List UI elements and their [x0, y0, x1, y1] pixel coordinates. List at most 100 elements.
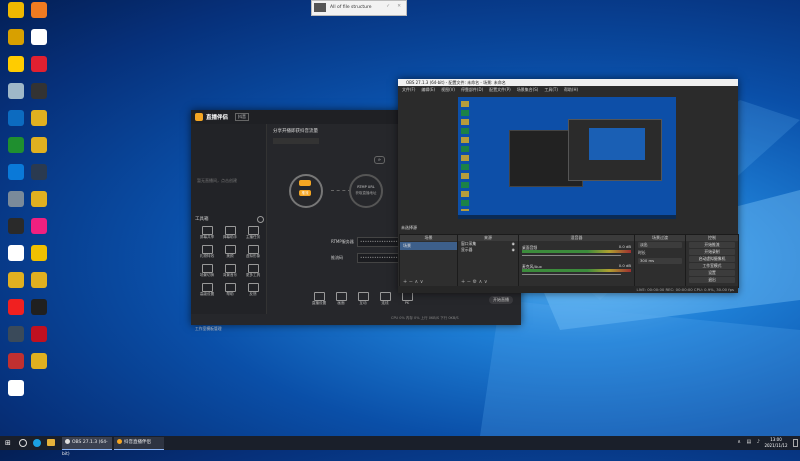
close-icon[interactable]: ✕: [397, 4, 401, 9]
chevron-up-icon[interactable]: ∧: [737, 439, 741, 445]
node-left-label: 推流: [299, 190, 311, 196]
obs-menu-item[interactable]: 视图(V): [441, 87, 455, 92]
desktop-icon[interactable]: [3, 380, 29, 397]
bottom-tool-label: 画面: [337, 301, 345, 305]
app-icon: [8, 137, 24, 153]
folder-icon[interactable]: [47, 439, 55, 446]
bottom-tool[interactable]: 画面: [331, 292, 351, 306]
obs-menu-item[interactable]: 场景集合(S): [517, 87, 539, 92]
bottom-tool[interactable]: 直播设置: [309, 292, 329, 306]
source-item[interactable]: 显示器 ◉: [458, 247, 518, 253]
desktop-icon[interactable]: [26, 245, 52, 262]
refresh-chip[interactable]: ⟳: [374, 156, 385, 164]
obs-preview[interactable]: [458, 97, 676, 219]
tool-item[interactable]: 主播任务: [243, 226, 263, 240]
control-button[interactable]: 开始录制: [689, 249, 735, 255]
volume-slider[interactable]: [522, 274, 621, 275]
app-icon: [31, 164, 47, 180]
tool-item[interactable]: 屏幕共享: [197, 226, 217, 240]
app-icon: [8, 245, 24, 261]
taskbar-app[interactable]: 抖音直播伴侣: [114, 437, 164, 450]
control-button[interactable]: 启动虚拟摄像机: [689, 256, 735, 262]
node-left-btn[interactable]: [299, 180, 311, 186]
bottom-tool[interactable]: PK: [397, 292, 417, 305]
start-live-button[interactable]: 开始直播: [489, 296, 513, 304]
app-icon: [8, 164, 24, 180]
scenes-panel: 场景 场景 + − ∧ ∨: [399, 234, 458, 288]
field2-label: 推流码: [331, 255, 343, 260]
tool-item[interactable]: 礼物特效: [197, 245, 217, 259]
bottom-tool[interactable]: 互动: [353, 292, 373, 306]
field1-label: RTMP服务器: [331, 239, 354, 244]
tool-label: 美颜: [226, 254, 234, 258]
node-right-label2: 获取直播地址: [355, 191, 377, 195]
desktop-icon[interactable]: [26, 218, 52, 235]
notification-popup[interactable]: All of file structure ✓ ✕: [311, 0, 407, 16]
app-icon: [8, 191, 24, 207]
search-icon[interactable]: [19, 439, 27, 447]
node-right-label: RTMP URL: [357, 185, 375, 189]
eye-icon[interactable]: ◉: [512, 247, 515, 253]
desktop-icon[interactable]: [26, 83, 52, 100]
desktop-icon[interactable]: [26, 353, 52, 370]
obs-menu-item[interactable]: 配置文件(P): [489, 87, 511, 92]
check-icon[interactable]: ✓: [386, 4, 390, 9]
empty-text: 暂无直播间，点击创建: [197, 178, 237, 183]
desktop-icon[interactable]: [26, 137, 52, 154]
obs-menu-item[interactable]: 工具(T): [544, 87, 558, 92]
duration-label: 时长: [638, 250, 646, 255]
volume-icon[interactable]: ♪: [757, 439, 760, 445]
tool-item[interactable]: 反馈: [243, 283, 263, 297]
app-icon: [31, 326, 47, 342]
desktop-icon[interactable]: [26, 191, 52, 208]
desktop-icon[interactable]: [26, 110, 52, 127]
app-icon: [31, 29, 47, 45]
tool-item[interactable]: 美颜: [220, 245, 240, 259]
bottom-tool[interactable]: 连线: [375, 292, 395, 306]
preview-taskbar: [458, 215, 676, 219]
desktop-icon[interactable]: [26, 2, 52, 19]
tool-item[interactable]: 高级设置: [197, 283, 217, 297]
desktop-icon[interactable]: [26, 326, 52, 343]
scene-toolbar[interactable]: + − ∧ ∨: [403, 279, 423, 285]
tools-settings-icon[interactable]: [257, 216, 264, 223]
notification-icon[interactable]: [793, 439, 798, 447]
control-button[interactable]: 设置: [689, 270, 735, 276]
source-toolbar[interactable]: + − ⚙ ∧ ∨: [461, 279, 488, 285]
control-button[interactable]: 开始推流: [689, 242, 735, 248]
mixer-list: 桌面音频 0.0 dB 麦克风/Aux 0.0 dB: [519, 244, 634, 277]
tool-item[interactable]: 背景音乐: [220, 264, 240, 278]
tool-icon: [247, 283, 259, 292]
control-button[interactable]: 工作室模式: [689, 263, 735, 269]
tool-item[interactable]: 虚拟形象: [243, 245, 263, 259]
tool-item[interactable]: 场景切换: [197, 264, 217, 278]
tool-item[interactable]: 更多工具: [243, 264, 263, 278]
tool-label: 帮助: [226, 292, 234, 296]
obs-menu-item[interactable]: 编辑(E): [421, 87, 435, 92]
bottom-tool-label: PK: [404, 301, 410, 305]
desktop-icon[interactable]: [26, 299, 52, 316]
tool-item[interactable]: 帮助: [220, 283, 240, 297]
start-icon[interactable]: ⊞: [5, 439, 11, 447]
platform-badge[interactable]: 抖音: [235, 113, 249, 121]
desktop-icon[interactable]: [26, 272, 52, 289]
desktop-icon[interactable]: [26, 164, 52, 181]
scene-item[interactable]: 场景: [400, 242, 457, 250]
edge-icon[interactable]: [33, 439, 41, 447]
zb-tab-bar[interactable]: [273, 138, 319, 144]
desktop-icon[interactable]: [26, 56, 52, 73]
transition-select[interactable]: 淡出: [638, 242, 682, 248]
system-tray: ∧ ▤ ♪: [733, 439, 760, 445]
obs-menu-item[interactable]: 文件(F): [402, 87, 415, 92]
duration-input[interactable]: 300 ms: [638, 258, 682, 264]
clock[interactable]: 13:00 2021/11/12: [762, 437, 790, 449]
obs-menu-item[interactable]: 帮助(H): [564, 87, 578, 92]
obs-menu-item[interactable]: 停靠部件(D): [461, 87, 483, 92]
desktop-icon[interactable]: [26, 29, 52, 46]
control-button[interactable]: 退出: [689, 277, 735, 283]
tool-item[interactable]: 弹幕助手: [220, 226, 240, 240]
app-icon: [31, 56, 47, 72]
volume-slider[interactable]: [522, 255, 621, 256]
taskbar-app[interactable]: OBS 27.1.3 (64-bit): [62, 437, 112, 457]
network-icon[interactable]: ▤: [746, 439, 751, 445]
